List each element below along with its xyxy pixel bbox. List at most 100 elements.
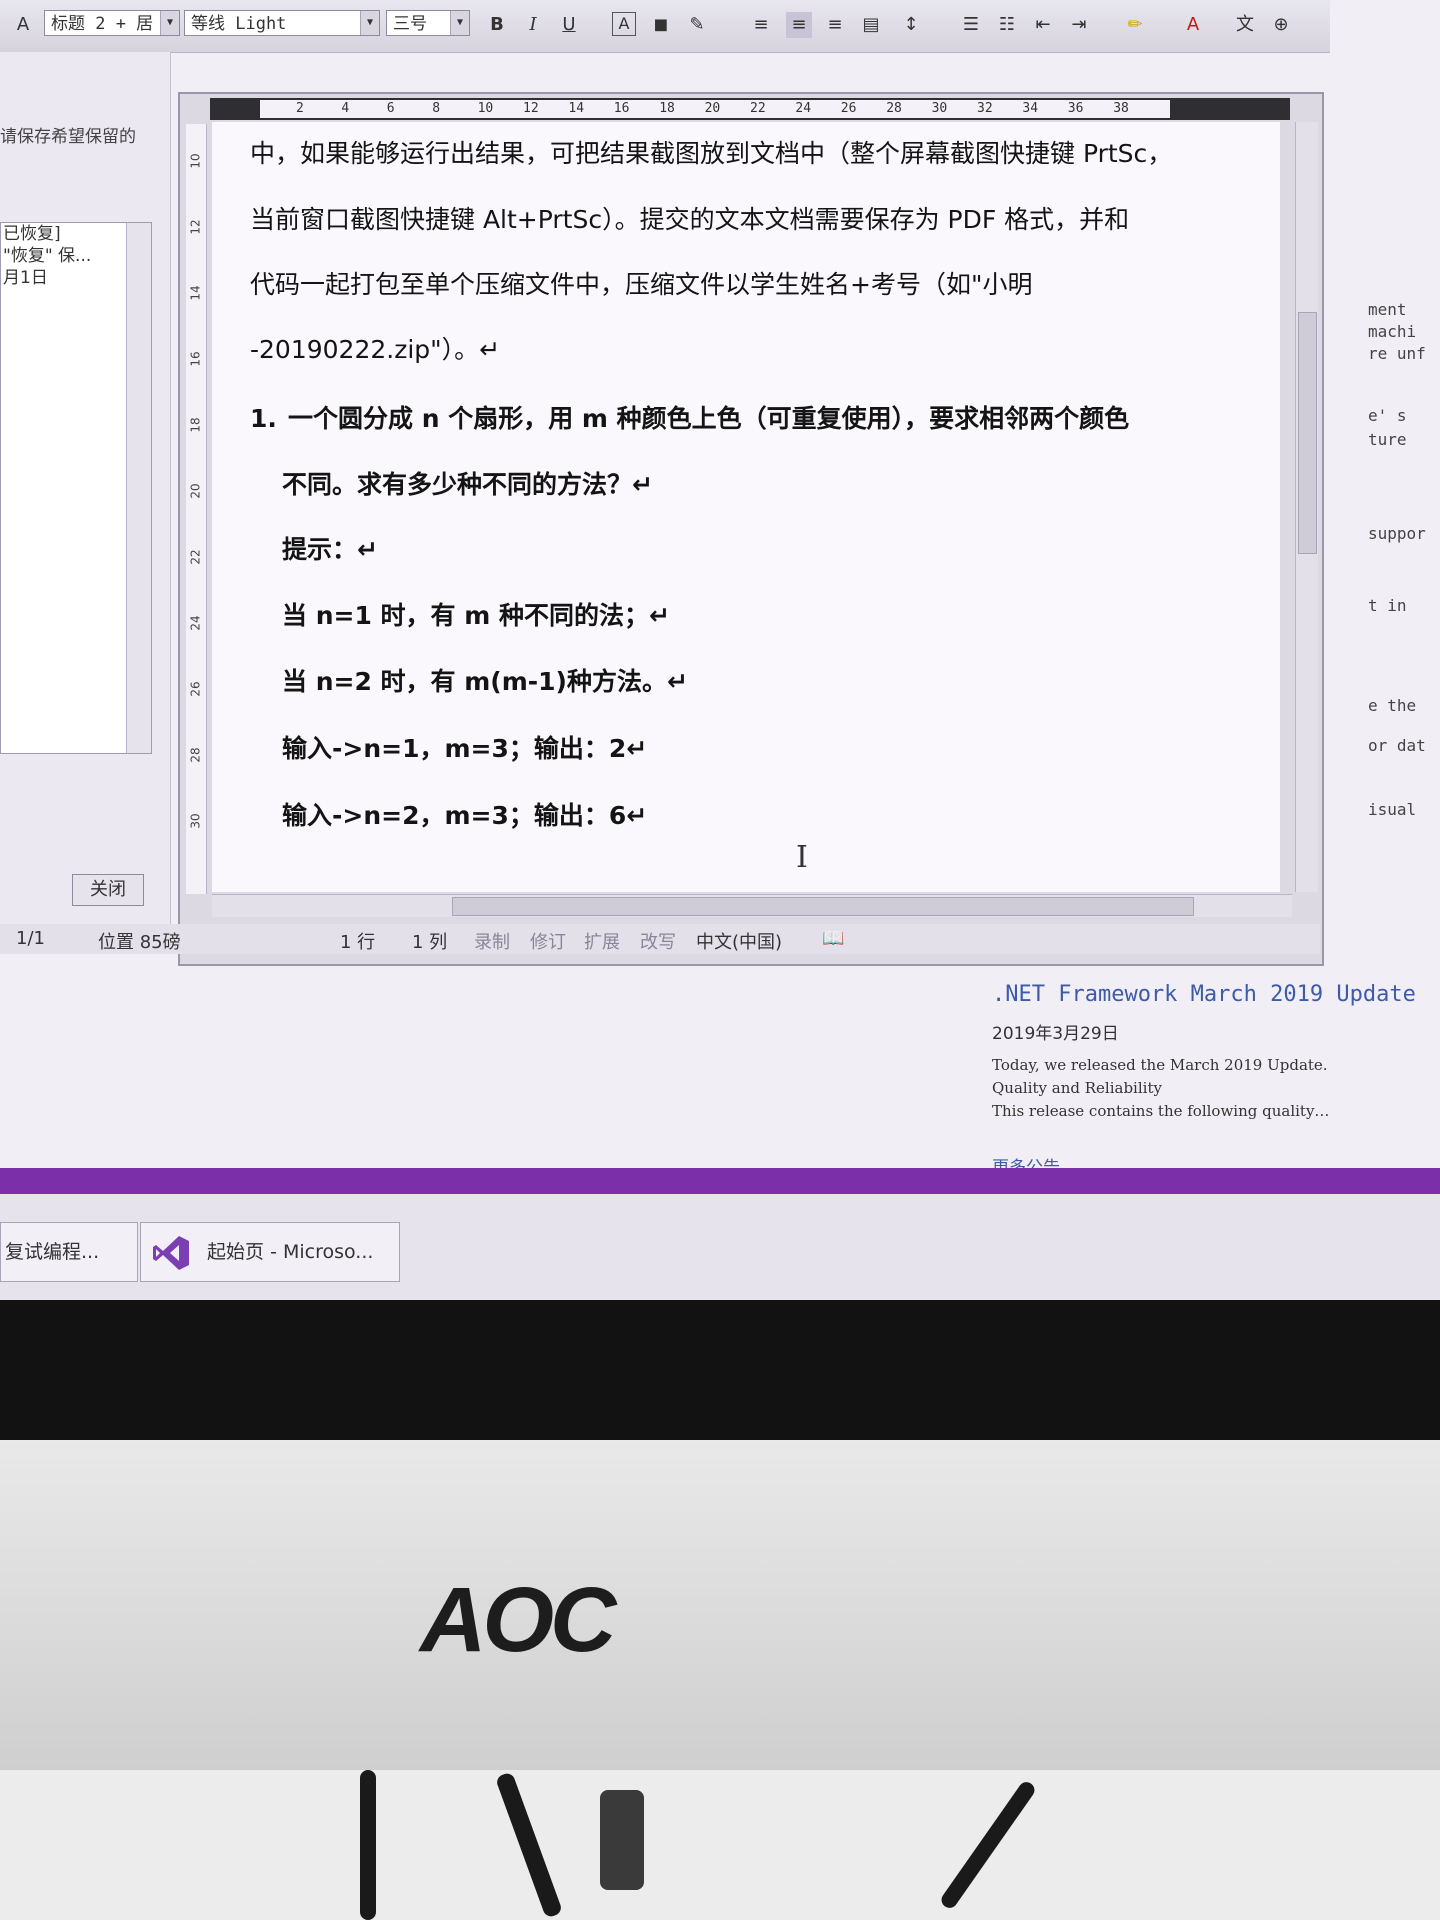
close-button[interactable]: 关闭 <box>72 874 144 906</box>
ruler-tick-label: 10 <box>188 153 203 169</box>
background-text-fragment: ment <box>1368 300 1407 319</box>
accent-bar <box>0 1168 1440 1194</box>
numbering-icon[interactable]: ☰ <box>958 12 984 38</box>
document-window: 2 4 6 8 10 12 14 16 18 20 22 24 26 28 30 32 34 36 38 10 12 1… <box>178 92 1324 966</box>
document-paragraph[interactable]: 中，如果能够运行出结果，可把结果截图放到文档中（整个屏幕截图快捷键 PrtSc， <box>250 134 1172 170</box>
background-text-fragment: t in <box>1368 596 1407 615</box>
text-cursor-icon: I <box>796 840 808 875</box>
chevron-down-icon[interactable]: ▼ <box>450 11 469 35</box>
document-paragraph[interactable]: 当前窗口截图快捷键 Alt+PrtSc）。提交的文本文档需要保存为 PDF 格式… <box>250 200 1129 236</box>
background-window-text: ment machi re unf e' s ture suppor t in e the or… <box>1368 300 1440 820</box>
document-paragraph[interactable]: 提示：↵ <box>282 530 378 566</box>
scrollbar[interactable] <box>126 223 151 753</box>
ruler-tick-label: 24 <box>188 615 203 631</box>
revise-mode[interactable]: 修订 <box>530 928 566 954</box>
paragraph-text: 中，如果能够运行出结果，可把结果截图放到文档中（整个屏幕截图快捷键 PrtSc， <box>250 139 1173 168</box>
extend-mode[interactable]: 扩展 <box>584 928 620 954</box>
taskbar-item-editor[interactable]: 复试编程... <box>0 1222 138 1282</box>
news-title[interactable]: .NET Framework March 2019 Update <box>992 982 1440 1007</box>
size-select[interactable]: 三号 ▼ <box>386 10 470 36</box>
styles-icon[interactable]: A <box>10 12 36 38</box>
background-text-fragment: e the <box>1368 696 1417 715</box>
document-paragraph[interactable]: -20190222.zip"）。↵ <box>250 330 500 366</box>
ruler-tick-label: 34 <box>1022 101 1039 116</box>
ruler-tick-label: 14 <box>188 285 203 301</box>
news-line: This release contains the following qual… <box>992 1102 1330 1120</box>
taskbar-item-visual-studio[interactable]: 起始页 - Microso... <box>140 1222 400 1282</box>
monitor-chin <box>0 1440 1440 1770</box>
record-mode[interactable]: 录制 <box>474 928 510 954</box>
vertical-ruler[interactable]: 10 12 14 16 18 20 22 24 26 28 30 <box>186 124 207 894</box>
document-page[interactable]: I 中，如果能够运行出结果，可把结果截图放到文档中（整个屏幕截图快捷键 PrtS… <box>212 122 1280 892</box>
align-left-icon[interactable]: ≡ <box>748 12 774 38</box>
chevron-down-icon[interactable]: ▼ <box>160 11 179 35</box>
background-text-fragment: re unf <box>1368 344 1426 363</box>
highlight-icon[interactable]: ✎ <box>684 12 710 38</box>
page-indicator: 1/1 <box>16 928 45 949</box>
scroll-thumb[interactable] <box>452 897 1194 916</box>
style-select[interactable]: 标题 2 + 居 ▼ <box>44 10 180 36</box>
italic-button[interactable]: I <box>520 12 546 38</box>
screen: A 标题 2 + 居 ▼ 等线 Light ▼ 三号 ▼ B I U A ◼ ✎… <box>0 0 1440 1300</box>
font-select[interactable]: 等线 Light ▼ <box>184 10 380 36</box>
justify-icon[interactable]: ▤ <box>858 12 884 38</box>
formatting-toolbar: A 标题 2 + 居 ▼ 等线 Light ▼ 三号 ▼ B I U A ◼ ✎… <box>0 0 1330 53</box>
recovered-files-list[interactable]: 已恢复] "恢复" 保... 月1日 <box>0 222 152 754</box>
chevron-down-icon[interactable]: ▼ <box>360 11 379 35</box>
horizontal-ruler[interactable]: 2 4 6 8 10 12 14 16 18 20 22 24 26 28 30 32 34 36 38 <box>210 98 1290 120</box>
document-paragraph[interactable]: 输入->n=2，m=3；输出：6↵ <box>282 796 647 832</box>
align-center-icon[interactable]: ≡ <box>786 12 812 38</box>
line-spacing-icon[interactable]: ↕ <box>898 12 924 38</box>
document-paragraph[interactable]: 不同。求有多少种不同的方法？↵ <box>282 465 653 501</box>
vertical-scrollbar[interactable] <box>1295 122 1318 892</box>
ruler-tick-label: 22 <box>750 101 766 116</box>
ruler-tick-label: 10 <box>477 101 494 116</box>
ruler-tick-label: 16 <box>188 351 203 367</box>
enclose-char-icon[interactable]: ⊕ <box>1268 12 1294 38</box>
decrease-indent-icon[interactable]: ⇤ <box>1030 12 1056 38</box>
language-indicator[interactable]: 中文(中国) <box>696 928 782 954</box>
ruler-tick-label: 20 <box>704 101 721 116</box>
font-color-icon[interactable]: A <box>1180 12 1206 38</box>
horizontal-scrollbar[interactable] <box>212 894 1292 917</box>
list-number: 1. <box>250 404 277 433</box>
ruler-tick-label: 4 <box>341 101 350 116</box>
highlight-color-icon[interactable]: ✏ <box>1122 12 1148 38</box>
document-paragraph[interactable]: 输入->n=1，m=3；输出：2↵ <box>282 729 647 765</box>
background-text-fragment: e' s <box>1368 406 1407 425</box>
monitor-bezel <box>0 1300 1440 1450</box>
char-shading-icon[interactable]: ◼ <box>648 12 674 38</box>
ruler-tick-label: 16 <box>613 101 630 116</box>
news-body: Today, we released the March 2019 Update… <box>992 1054 1440 1123</box>
cable-plug <box>600 1790 644 1890</box>
bold-button[interactable]: B <box>484 12 510 38</box>
align-right-icon[interactable]: ≡ <box>822 12 848 38</box>
position-indicator: 位置 85磅 <box>98 932 181 953</box>
char-border-icon[interactable]: A <box>612 12 636 36</box>
underline-button[interactable]: U <box>556 12 582 38</box>
document-paragraph[interactable]: 当 n=2 时，有 m(m-1)种方法。↵ <box>282 662 688 698</box>
overwrite-mode[interactable]: 改写 <box>640 928 676 954</box>
document-paragraph[interactable]: 当 n=1 时，有 m 种不同的法；↵ <box>282 596 670 632</box>
spelling-icon[interactable]: 📖 <box>822 928 844 949</box>
paragraph-text: -20190222.zip"）。↵ <box>250 335 501 364</box>
bullets-icon[interactable]: ☷ <box>994 12 1020 38</box>
visual-studio-icon <box>153 1235 189 1270</box>
cable <box>494 1771 564 1919</box>
taskbar-item-label: 起始页 - Microso... <box>207 1241 374 1263</box>
increase-indent-icon[interactable]: ⇥ <box>1066 12 1092 38</box>
document-paragraph[interactable]: 代码一起打包至单个压缩文件中，压缩文件以学生姓名+考号（如"小明 <box>250 265 1032 301</box>
paragraph-text: 一个圆分成 n 个扇形，用 m 种颜色上色（可重复使用），要求相邻两个颜色 <box>288 404 1130 433</box>
ruler-tick-label: 26 <box>840 101 857 116</box>
taskbar: 复试编程... 起始页 - Microso... <box>0 1194 1440 1300</box>
document-paragraph[interactable]: 1. 一个圆分成 n 个扇形，用 m 种颜色上色（可重复使用），要求相邻两个颜色 <box>250 399 1129 435</box>
ruler-tick-label: 30 <box>188 813 203 829</box>
background-text-fragment: machi <box>1368 322 1417 341</box>
phonetic-guide-icon[interactable]: 文 <box>1232 12 1258 38</box>
paragraph-text: 代码一起打包至单个压缩文件中，压缩文件以学生姓名+考号（如"小明 <box>250 270 1033 299</box>
paragraph-text: 提示：↵ <box>282 535 378 564</box>
font-value: 等线 Light <box>191 14 287 34</box>
background-text-fragment: suppor <box>1368 524 1426 543</box>
cable <box>938 1778 1038 1912</box>
scroll-thumb[interactable] <box>1298 312 1317 554</box>
